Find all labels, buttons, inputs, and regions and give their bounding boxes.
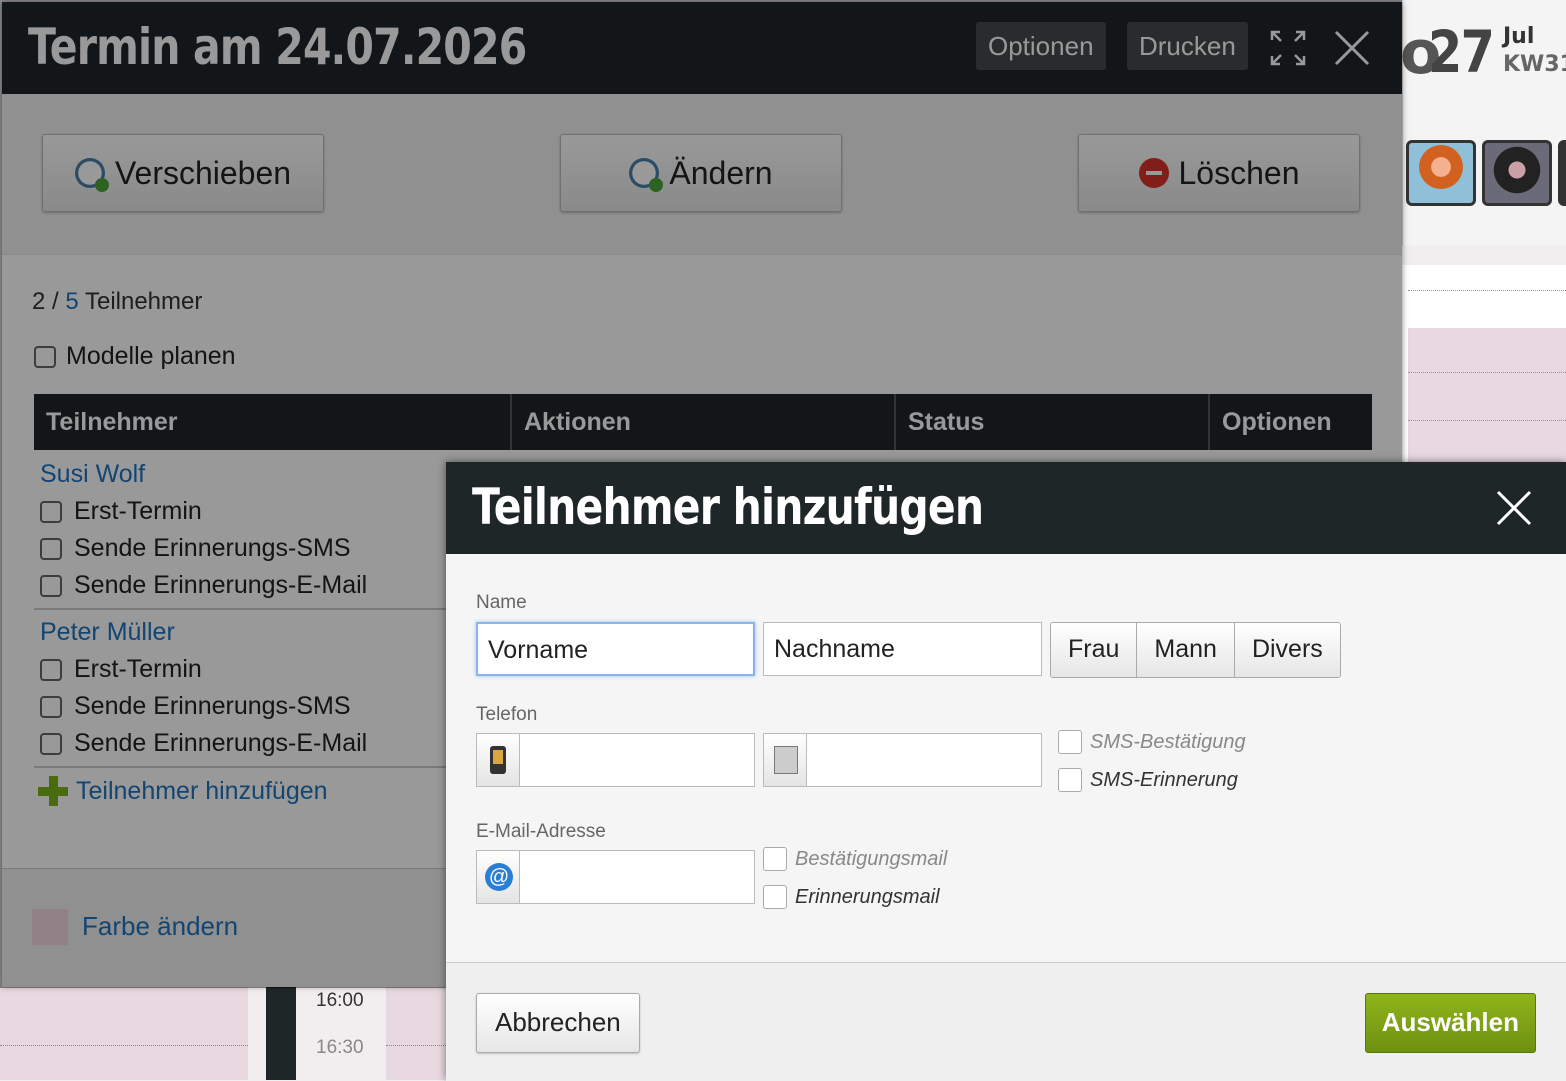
desk-phone-icon xyxy=(774,746,798,774)
mobile-phone-input[interactable] xyxy=(519,733,755,787)
landline-icon-box xyxy=(763,733,807,787)
avatar[interactable] xyxy=(1558,140,1566,206)
calendar-event-block[interactable] xyxy=(386,985,446,1080)
sms-confirmation-option[interactable]: SMS-Bestätigung xyxy=(1058,730,1246,754)
avatar[interactable] xyxy=(1482,140,1552,206)
checkbox[interactable] xyxy=(1058,768,1082,792)
name-label: Name xyxy=(476,592,527,613)
email-input[interactable] xyxy=(519,850,755,904)
gender-selector: Frau Mann Divers xyxy=(1050,622,1341,678)
month-label: Jul xyxy=(1503,24,1535,49)
day-number: 27 xyxy=(1428,18,1495,86)
option-label: Bestätigungsmail xyxy=(795,847,948,870)
dialog-header: Teilnehmer hinzufügen xyxy=(446,462,1566,554)
landline-phone-input[interactable] xyxy=(806,733,1042,787)
cancel-button[interactable]: Abbrechen xyxy=(476,993,640,1053)
checkbox[interactable] xyxy=(1058,730,1082,754)
avatar[interactable] xyxy=(1406,140,1476,206)
calendar-divider xyxy=(386,1045,446,1046)
time-column xyxy=(266,985,296,1080)
mobile-icon-box xyxy=(476,733,520,787)
calendar-divider xyxy=(0,1045,248,1046)
email-label: E-Mail-Adresse xyxy=(476,821,606,842)
close-icon[interactable] xyxy=(1494,488,1534,528)
time-label: 16:30 xyxy=(316,1037,364,1058)
week-label: KW31 xyxy=(1503,52,1566,77)
select-button[interactable]: Auswählen xyxy=(1364,993,1536,1053)
checkbox[interactable] xyxy=(763,885,787,909)
confirmation-mail-option[interactable]: Bestätigungsmail xyxy=(763,847,947,871)
option-label: SMS-Erinnerung xyxy=(1090,768,1238,791)
gender-female-button[interactable]: Frau xyxy=(1051,623,1138,677)
email-icon-box: @ xyxy=(476,850,520,904)
calendar-event-block[interactable] xyxy=(0,985,248,1080)
checkbox[interactable] xyxy=(763,847,787,871)
dialog-title: Teilnehmer hinzufügen xyxy=(472,478,984,536)
option-label: Erinnerungsmail xyxy=(795,885,940,908)
calendar-divider xyxy=(1408,420,1566,421)
time-label: 16:00 xyxy=(316,990,364,1011)
phone-label: Telefon xyxy=(476,704,538,725)
gender-male-button[interactable]: Mann xyxy=(1137,623,1235,677)
at-icon: @ xyxy=(485,863,513,891)
first-name-input[interactable]: Vorname xyxy=(476,622,755,676)
sms-reminder-option[interactable]: SMS-Erinnerung xyxy=(1058,768,1238,792)
calendar-divider xyxy=(1408,290,1566,291)
mobile-phone-icon xyxy=(490,746,506,774)
gender-diverse-button[interactable]: Divers xyxy=(1234,623,1340,677)
dialog-footer: Abbrechen Auswählen xyxy=(446,962,1566,1081)
reminder-mail-option[interactable]: Erinnerungsmail xyxy=(763,885,940,909)
last-name-input[interactable]: Nachname xyxy=(763,622,1042,676)
calendar-divider xyxy=(1408,372,1566,373)
option-label: SMS-Bestätigung xyxy=(1090,730,1246,753)
add-participant-dialog: Teilnehmer hinzufügen Name Vorname Nachn… xyxy=(446,462,1566,1081)
